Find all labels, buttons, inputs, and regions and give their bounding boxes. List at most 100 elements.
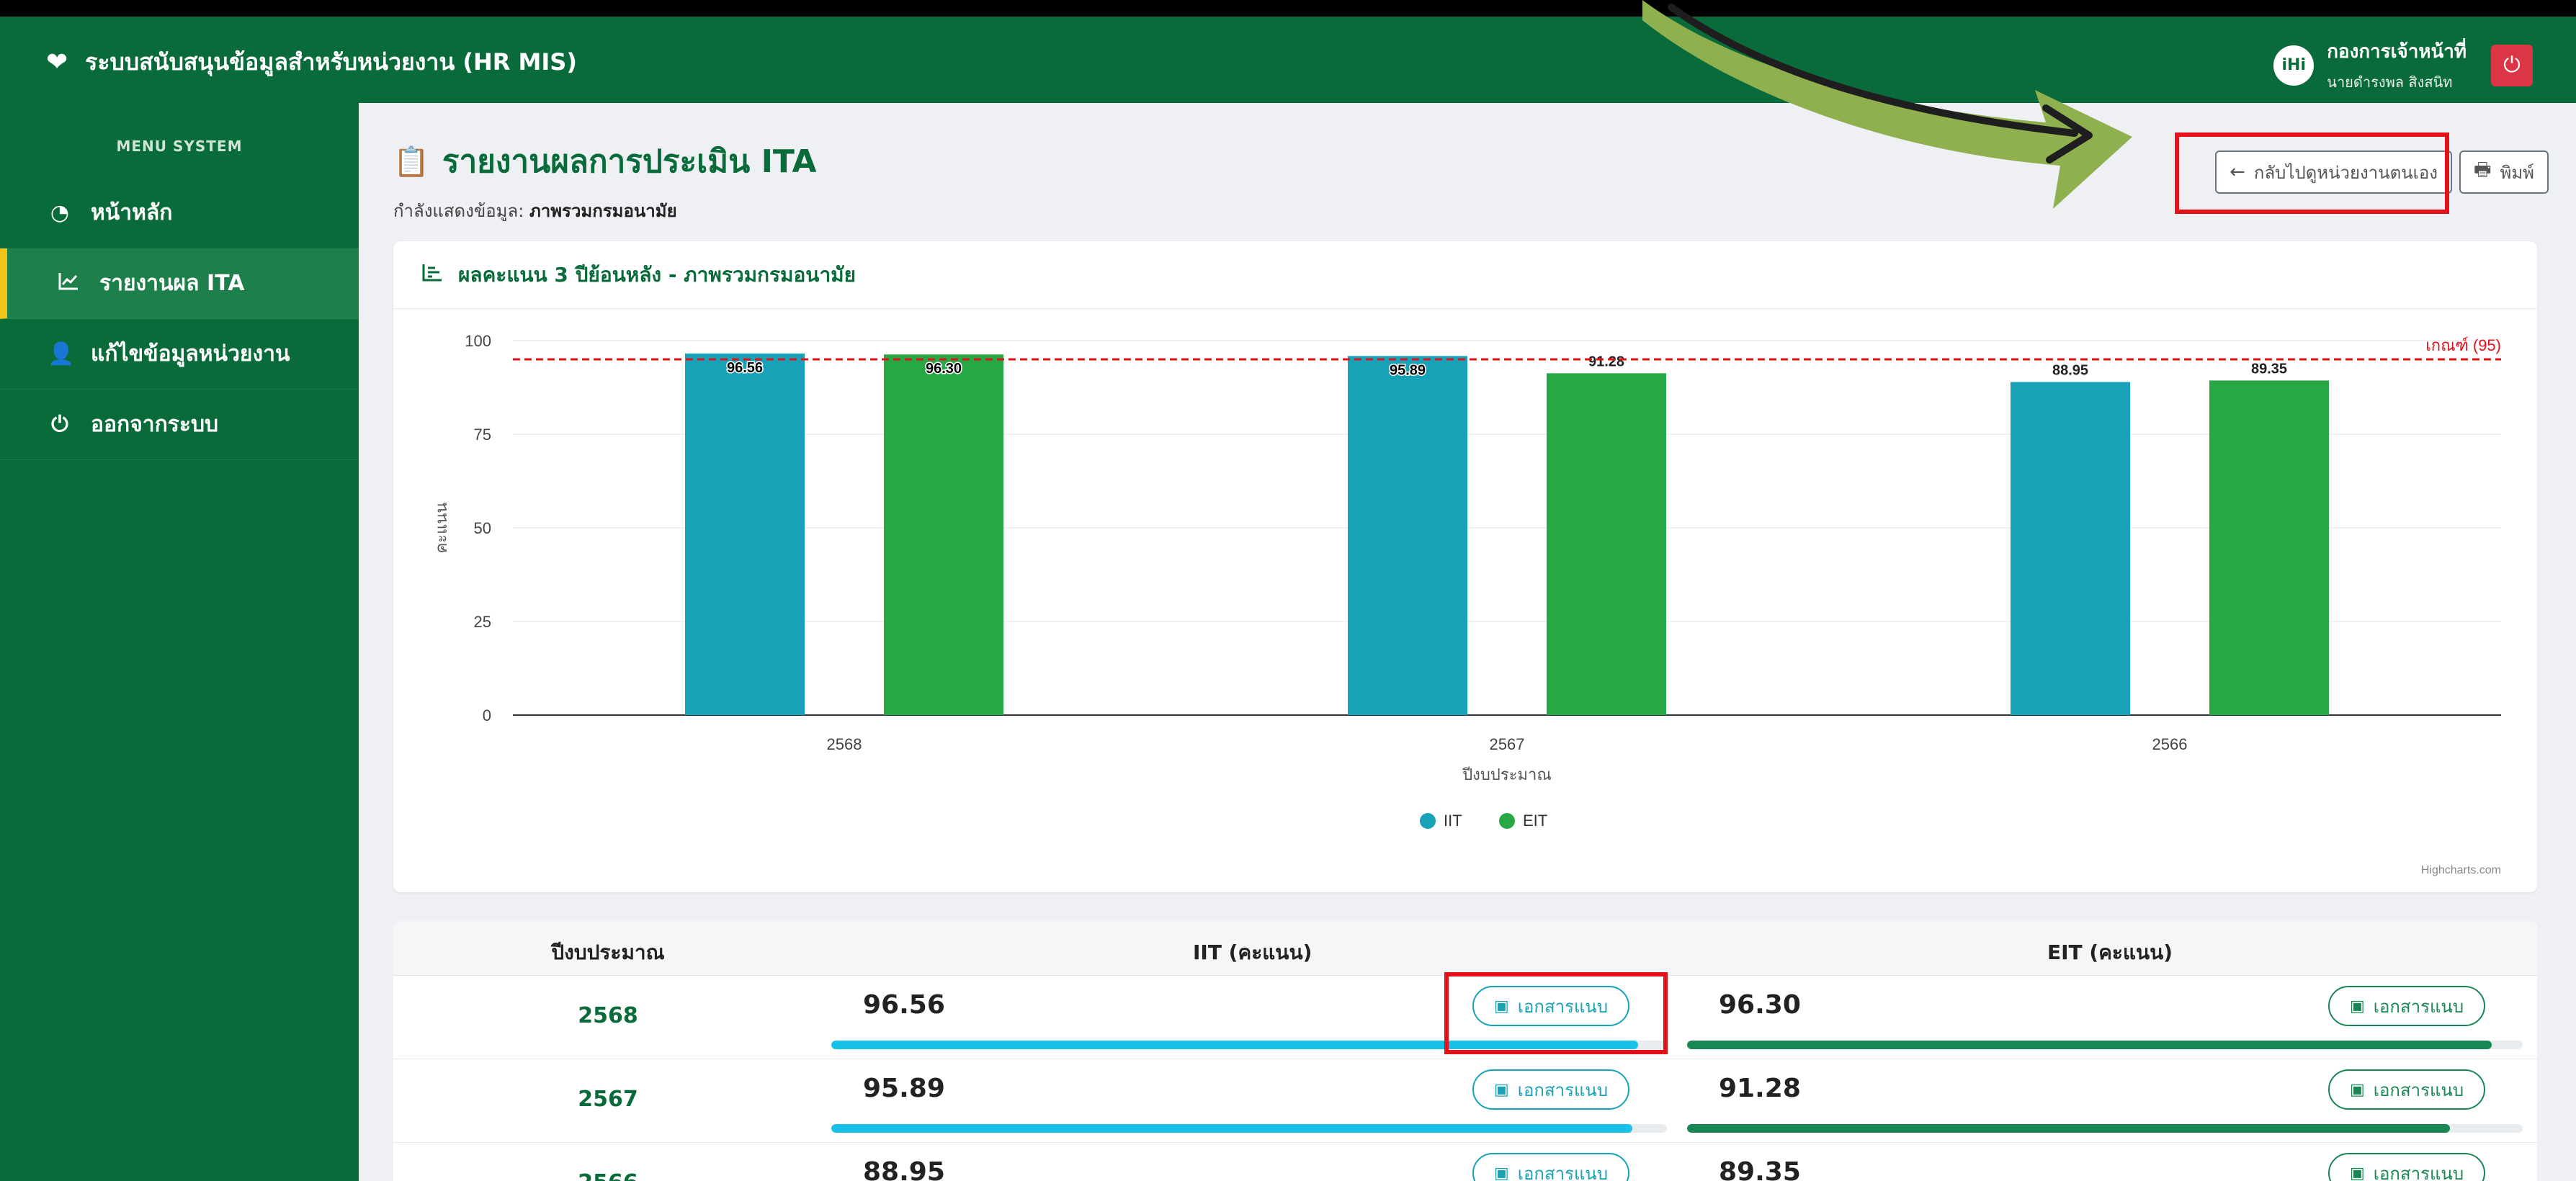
year-cell: 2568 (578, 1003, 638, 1028)
bar-chart: 0 25 50 75 100 คะแนน 96.56 96.30 2568 95.89 91.28 2… (432, 332, 2501, 876)
y-tick-label: 0 (483, 706, 491, 724)
legend-marker-eit (1499, 813, 1515, 829)
data-label: 96.30 (926, 361, 962, 377)
x-tick-label: 2568 (827, 735, 862, 753)
threshold-label: เกณฑ์ (95) (2425, 336, 2501, 354)
user-org: กองการเจ้าหน้าที่ (2327, 41, 2467, 63)
app-window: ❤ ระบบสนับสนุนข้อมูลสำหรับหน่วยงาน (HR M… (0, 0, 2576, 1181)
brand[interactable]: ❤ ระบบสนับสนุนข้อมูลสำหรับหน่วยงาน (HR M… (46, 44, 577, 81)
y-axis-label: คะแนน (432, 503, 450, 554)
sidebar-item-label: หน้าหลัก (91, 200, 173, 225)
printer-icon: 🖶 (2473, 159, 2492, 181)
page-title-text: รายงานผลการประเมิน ITA (442, 143, 817, 180)
page-title: 📋 รายงานผลการประเมิน ITA (393, 136, 817, 187)
dashboard-icon: ◔ (50, 200, 70, 225)
chart-line-icon (56, 271, 81, 296)
x-axis-label: ปีงบประมาณ (1462, 765, 1552, 783)
sidebar-item-edit-unit[interactable]: 👤 แก้ไขข้อมูลหน่วยงาน (0, 319, 359, 390)
year-cell: 2566 (393, 1170, 823, 1181)
table-header: ปีงบประมาณ IIT (คะแนน) EIT (คะแนน) (393, 921, 2537, 976)
user-info: กองการเจ้าหน้าที่ นายดำรงพล สิงสนิท (2327, 37, 2467, 94)
attachment-label: เอกสารแนบ (1517, 1163, 1609, 1181)
iit-score: 95.89 (863, 1074, 945, 1103)
eit-score: 89.35 (1719, 1157, 1801, 1181)
print-button-label: พิมพ์ (2500, 162, 2534, 183)
eit-score: 91.28 (1719, 1074, 1801, 1103)
chart-credits: Highcharts.com (2421, 864, 2501, 876)
col-header-year: ปีงบประมาณ (551, 940, 665, 964)
chart-card-header: ผลคะแนน 3 ปีย้อนหลัง - ภาพรวมกรมอนามัย (393, 241, 2537, 309)
x-tick-label: 2566 (2152, 735, 2188, 753)
bar-iit-2567 (1348, 356, 1467, 715)
eit-progress-fill (1687, 1041, 2492, 1049)
data-label: 96.56 (727, 360, 763, 376)
highlight-back-button (2175, 133, 2449, 214)
iit-attachment-button[interactable]: ▣ เอกสารแนบ (1472, 1069, 1630, 1110)
eit-progress-bar (1687, 1041, 2523, 1049)
bar-eit-2566 (2209, 380, 2329, 715)
chart-bar-icon (422, 263, 442, 287)
y-tick-label: 25 (474, 613, 491, 631)
table-row: 2567 95.89 ▣ เอกสารแนบ 91.28 ▣ เอกสารแนบ (393, 1059, 2537, 1143)
subtitle-value: ภาพรวมกรมอนามัย (529, 201, 677, 221)
x-tick-label: 2567 (1490, 735, 1525, 753)
annotation-arrow-icon (1642, 0, 2132, 209)
page-subtitle: กำลังแสดงข้อมูล: ภาพรวมกรมอนามัย (393, 197, 817, 225)
chart-card: ผลคะแนน 3 ปีย้อนหลัง - ภาพรวมกรมอนามัย 0… (393, 241, 2537, 892)
top-navbar: ❤ ระบบสนับสนุนข้อมูลสำหรับหน่วยงาน (HR M… (0, 17, 2576, 103)
highlight-attachment-button (1444, 972, 1668, 1054)
eit-attachment-button[interactable]: ▣ เอกสารแนบ (2328, 1069, 2486, 1110)
eit-attachment-button[interactable]: ▣ เอกสารแนบ (2328, 986, 2486, 1026)
year-cell: 2567 (578, 1087, 638, 1112)
print-button[interactable]: 🖶 พิมพ์ (2459, 151, 2549, 194)
data-label: 95.89 (1390, 362, 1426, 378)
chart-card-title: ผลคะแนน 3 ปีย้อนหลัง - ภาพรวมกรมอนามัย (458, 262, 857, 287)
subtitle-prefix: กำลังแสดงข้อมูล: (393, 201, 524, 221)
pdf-icon: ▣ (1494, 1080, 1509, 1099)
iit-progress-bar (831, 1124, 1667, 1133)
iit-progress-fill (831, 1124, 1633, 1133)
iit-score: 96.56 (863, 990, 945, 1020)
eit-attachment-button[interactable]: ▣ เอกสารแนบ (2328, 1153, 2486, 1181)
eit-progress-bar (1687, 1124, 2523, 1133)
bar-iit-2566 (2011, 382, 2130, 715)
y-tick-label: 75 (474, 426, 491, 444)
legend-label: EIT (1523, 812, 1547, 830)
data-label: 91.28 (1588, 354, 1624, 369)
pdf-icon: ▣ (2350, 1164, 2365, 1181)
iit-attachment-button[interactable]: ▣ เอกสารแนบ (1472, 1153, 1630, 1181)
pdf-icon: ▣ (1494, 1164, 1509, 1181)
sidebar-item-logout[interactable]: ⏻ ออกจากระบบ (0, 390, 359, 460)
col-header-iit: IIT (คะแนน) (1193, 940, 1312, 964)
attachment-label: เอกสารแนบ (2373, 1163, 2464, 1181)
attachment-label: เอกสารแนบ (2373, 996, 2464, 1017)
sidebar-item-label: รายงานผล ITA (99, 271, 245, 296)
y-tick-label: 100 (465, 332, 491, 350)
bar-iit-2568 (685, 353, 805, 715)
legend-marker-iit (1420, 813, 1436, 829)
menu-title: MENU SYSTEM (116, 138, 243, 155)
bar-eit-2568 (884, 354, 1003, 715)
bar-eit-2567 (1547, 373, 1666, 715)
sidebar-item-home[interactable]: ◔ หน้าหลัก (0, 178, 359, 248)
attachment-label: เอกสารแนบ (1517, 1079, 1609, 1100)
eit-progress-fill (1687, 1124, 2450, 1133)
eit-score: 96.30 (1719, 990, 1801, 1020)
sidebar-item-ita-report[interactable]: รายงานผล ITA (0, 248, 359, 319)
pdf-icon: ▣ (2350, 997, 2365, 1015)
clipboard-check-icon: 📋 (393, 145, 429, 179)
power-icon: ⏻ (2503, 53, 2521, 78)
col-header-eit: EIT (คะแนน) (2047, 940, 2173, 964)
user-name: นายดำรงพล สิงสนิท (2327, 73, 2453, 91)
y-tick-label: 50 (474, 519, 491, 537)
logout-button[interactable]: ⏻ (2491, 44, 2533, 86)
attachment-label: เอกสารแนบ (2373, 1079, 2464, 1100)
table-row: 2566 88.95 ▣ เอกสารแนบ 89.35 ▣ เอกสารแนบ (393, 1143, 2537, 1181)
avatar: iHi (2273, 45, 2315, 86)
heartbeat-icon: ❤ (46, 48, 68, 77)
user-area: iHi กองการเจ้าหน้าที่ นายดำรงพล สิงสนิท … (2273, 37, 2533, 94)
power-icon: ⏻ (51, 412, 68, 437)
brand-title: ระบบสนับสนุนข้อมูลสำหรับหน่วยงาน (HR MIS… (85, 48, 577, 76)
sidebar: MENU SYSTEM ◔ หน้าหลัก รายงานผล ITA 👤 แก… (0, 103, 359, 1181)
sidebar-item-label: แก้ไขข้อมูลหน่วยงาน (91, 341, 290, 367)
